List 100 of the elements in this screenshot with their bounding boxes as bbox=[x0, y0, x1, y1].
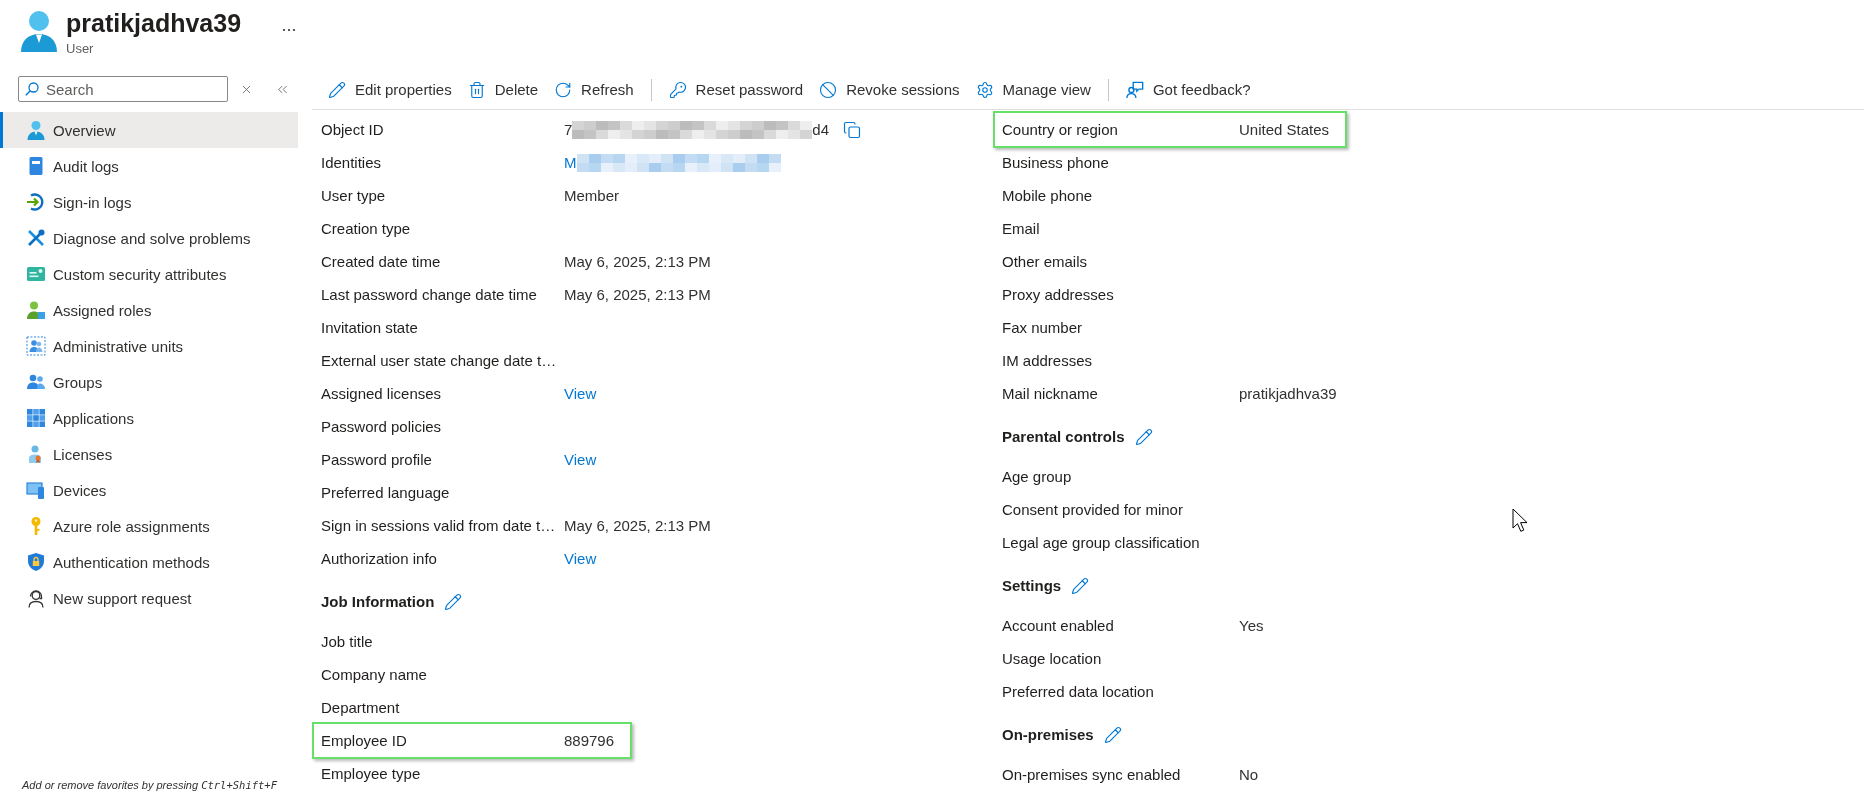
copy-icon[interactable] bbox=[843, 120, 862, 139]
refresh-icon bbox=[554, 80, 573, 99]
field-label: Business phone bbox=[1002, 154, 1110, 171]
toolbar-button[interactable]: Revoke sessions bbox=[811, 73, 968, 106]
dashed-group-icon bbox=[26, 336, 46, 356]
toolbar-button[interactable]: Got feedback? bbox=[1117, 73, 1259, 106]
nav-item[interactable]: Audit logs bbox=[0, 148, 298, 184]
section-heading: On-premises bbox=[1002, 726, 1094, 743]
shortcut-hint: Add or remove favorites by pressing Ctrl+Shift+F bbox=[20, 778, 278, 793]
settings-icon bbox=[975, 80, 994, 99]
field-value: May 6, 2025, 2:13 PM bbox=[564, 286, 711, 303]
field-label: Last password change date time bbox=[321, 286, 538, 303]
pencil-icon bbox=[328, 80, 346, 99]
field-label: Password profile bbox=[321, 451, 433, 468]
shield-lock-icon bbox=[26, 552, 46, 572]
field-label: Password policies bbox=[321, 418, 443, 435]
field-value: Member bbox=[564, 187, 619, 204]
nav-item[interactable]: Diagnose and solve problems bbox=[0, 220, 298, 256]
field-label: Job title bbox=[321, 633, 374, 650]
field-value: May 6, 2025, 2:13 PM bbox=[564, 517, 711, 534]
grid-icon bbox=[26, 408, 46, 428]
field-label: Created date time bbox=[321, 253, 442, 270]
field-label: Department bbox=[321, 699, 401, 716]
field-label: Employee ID bbox=[321, 732, 408, 749]
prohibited-icon bbox=[819, 80, 838, 99]
devices-icon bbox=[26, 480, 46, 500]
nav-item[interactable]: Licenses bbox=[0, 436, 298, 472]
toolbar-button[interactable]: Reset password bbox=[660, 73, 812, 106]
field-label: Proxy addresses bbox=[1002, 286, 1115, 303]
search-field[interactable]: Search bbox=[18, 76, 228, 102]
toolbar-button[interactable]: Manage view bbox=[967, 73, 1099, 106]
key-icon bbox=[668, 80, 687, 99]
field-label: Fax number bbox=[1002, 319, 1084, 336]
field-label: Country or region bbox=[1002, 121, 1119, 138]
nav-item[interactable]: Applications bbox=[0, 400, 298, 436]
field-value: 7 bbox=[564, 121, 573, 138]
field-label: Legal age group classification bbox=[1002, 534, 1201, 551]
field-value: d4 bbox=[812, 121, 830, 138]
field-value: Yes bbox=[1239, 617, 1264, 634]
book-icon bbox=[26, 156, 46, 176]
person-icon bbox=[26, 120, 46, 140]
field-label: Age group bbox=[1002, 468, 1073, 485]
section-heading: Job Information bbox=[321, 593, 435, 610]
field-value: No bbox=[1239, 766, 1259, 783]
field-label: Sign in sessions valid from date t… bbox=[321, 517, 557, 534]
field-label: Other emails bbox=[1002, 253, 1089, 270]
field-label: On-premises sync enabled bbox=[1002, 766, 1182, 783]
nav-item[interactable]: Assigned roles bbox=[0, 292, 298, 328]
nav-item[interactable]: Sign-in logs bbox=[0, 184, 298, 220]
person-square-icon bbox=[26, 300, 46, 320]
search-icon bbox=[25, 82, 39, 96]
tools-icon bbox=[26, 228, 46, 248]
field-label: Authorization info bbox=[321, 550, 438, 567]
nav-item[interactable]: Overview bbox=[0, 112, 298, 148]
toolbar-button[interactable]: Edit properties bbox=[320, 73, 460, 106]
nav-item[interactable]: Authentication methods bbox=[0, 544, 298, 580]
field-label: Assigned licenses bbox=[321, 385, 443, 402]
field-label: Employee type bbox=[321, 765, 422, 782]
view-link[interactable]: View bbox=[564, 451, 597, 468]
more-icon[interactable] bbox=[282, 28, 296, 32]
field-label: Mail nickname bbox=[1002, 385, 1099, 402]
toolbar-button[interactable]: Delete bbox=[459, 73, 547, 106]
field-label: Usage location bbox=[1002, 650, 1103, 667]
toolbar-button[interactable]: Refresh bbox=[546, 73, 642, 106]
headset-person-icon bbox=[26, 588, 46, 608]
field-label: Company name bbox=[321, 666, 428, 683]
section-heading: Parental controls bbox=[1002, 428, 1125, 445]
field-label: Invitation state bbox=[321, 319, 419, 336]
field-label: External user state change date t… bbox=[321, 352, 558, 369]
section-heading: Settings bbox=[1002, 577, 1062, 594]
trash-icon bbox=[467, 80, 486, 99]
sign-in-arrow-icon bbox=[26, 192, 46, 212]
field-value: 889796 bbox=[564, 732, 615, 749]
field-label: IM addresses bbox=[1002, 352, 1094, 369]
field-value: pratikjadhva39 bbox=[1239, 385, 1337, 402]
field-label: Object ID bbox=[321, 121, 385, 138]
pencil-icon[interactable] bbox=[1103, 725, 1122, 744]
page-title: pratikjadhva39 bbox=[66, 8, 243, 38]
person-speech-icon bbox=[1125, 80, 1144, 99]
mouse-pointer-icon bbox=[1512, 508, 1529, 533]
field-label: Mobile phone bbox=[1002, 187, 1094, 204]
view-link[interactable]: View bbox=[564, 385, 597, 402]
attribute-card-icon bbox=[26, 264, 46, 284]
nav-item[interactable]: New support request bbox=[0, 580, 298, 616]
pencil-icon[interactable] bbox=[444, 592, 463, 611]
field-label: Identities bbox=[321, 154, 383, 171]
nav-item[interactable]: Administrative units bbox=[0, 328, 298, 364]
nav-item[interactable]: Devices bbox=[0, 472, 298, 508]
view-link[interactable]: View bbox=[564, 550, 597, 567]
field-label: Preferred data location bbox=[1002, 683, 1155, 700]
people-icon bbox=[26, 372, 46, 392]
nav-item[interactable]: Custom security attributes bbox=[0, 256, 298, 292]
identity-link[interactable]: M bbox=[564, 154, 577, 171]
field-label: Email bbox=[1002, 220, 1041, 237]
page-subtitle: User bbox=[66, 41, 95, 57]
field-label: Preferred language bbox=[321, 484, 451, 501]
nav-item[interactable]: Azure role assignments bbox=[0, 508, 298, 544]
pencil-icon[interactable] bbox=[1071, 576, 1090, 595]
pencil-icon[interactable] bbox=[1134, 427, 1153, 446]
nav-item[interactable]: Groups bbox=[0, 364, 298, 400]
